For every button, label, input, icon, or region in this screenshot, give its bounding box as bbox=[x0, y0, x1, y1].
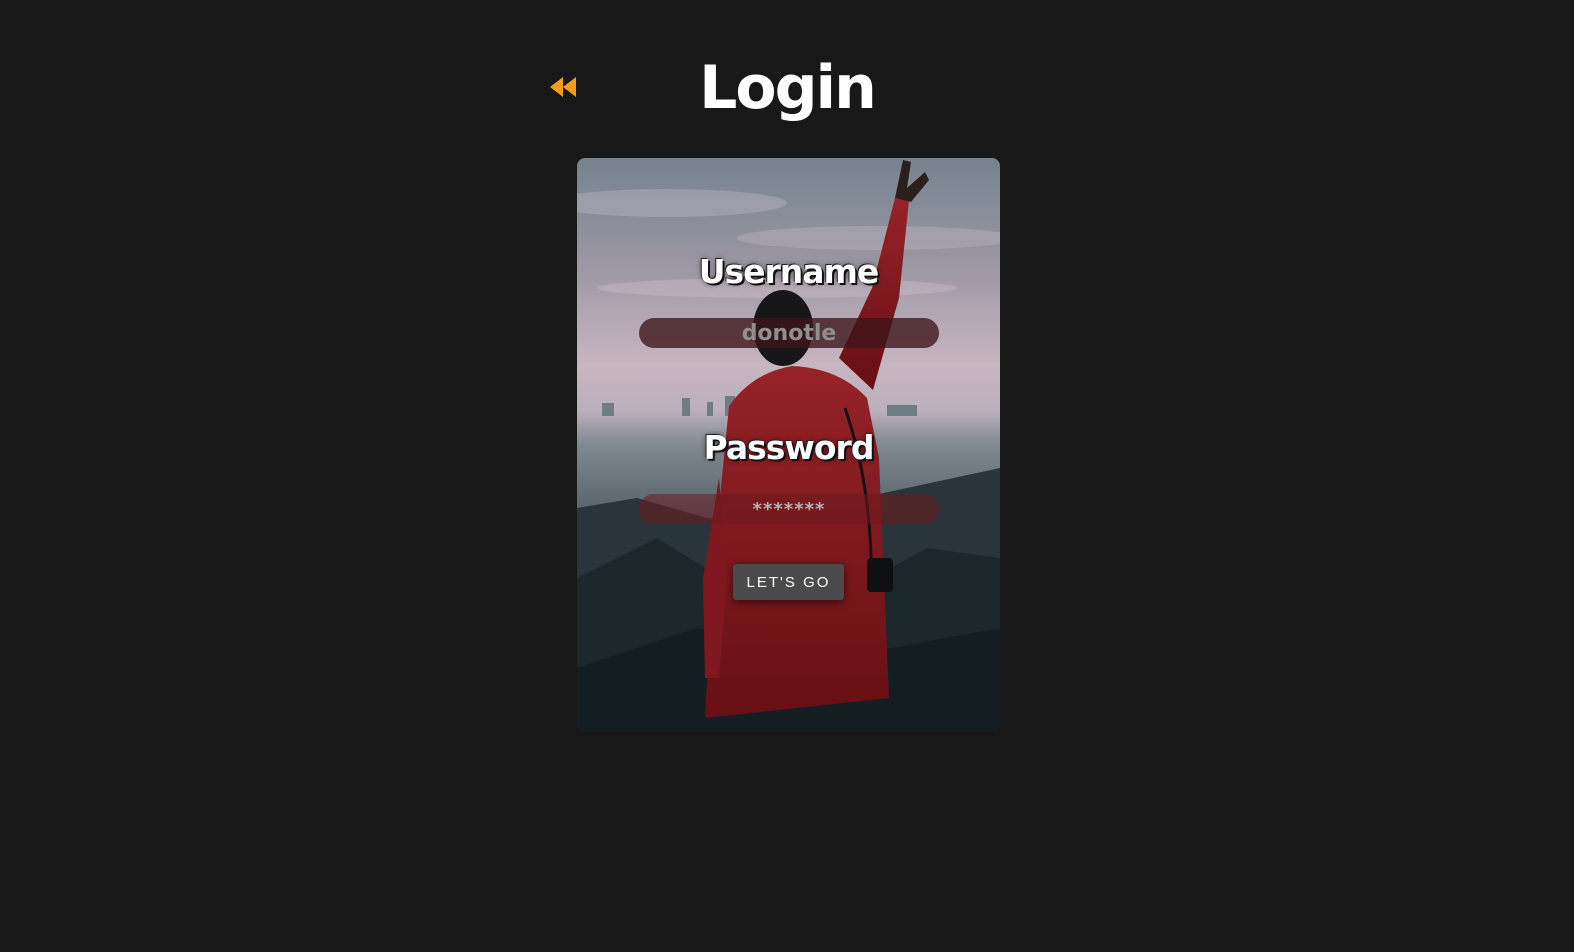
login-page: Login Username donotle Password ******* … bbox=[0, 0, 1574, 952]
username-label: Username bbox=[698, 252, 880, 291]
page-title: Login bbox=[699, 53, 877, 123]
username-input[interactable] bbox=[639, 318, 939, 348]
password-label: Password bbox=[703, 428, 875, 467]
lets-go-button[interactable]: LET'S GO bbox=[733, 564, 844, 600]
login-card: Username Password LET'S GO bbox=[577, 158, 1000, 732]
password-input[interactable] bbox=[639, 494, 939, 524]
